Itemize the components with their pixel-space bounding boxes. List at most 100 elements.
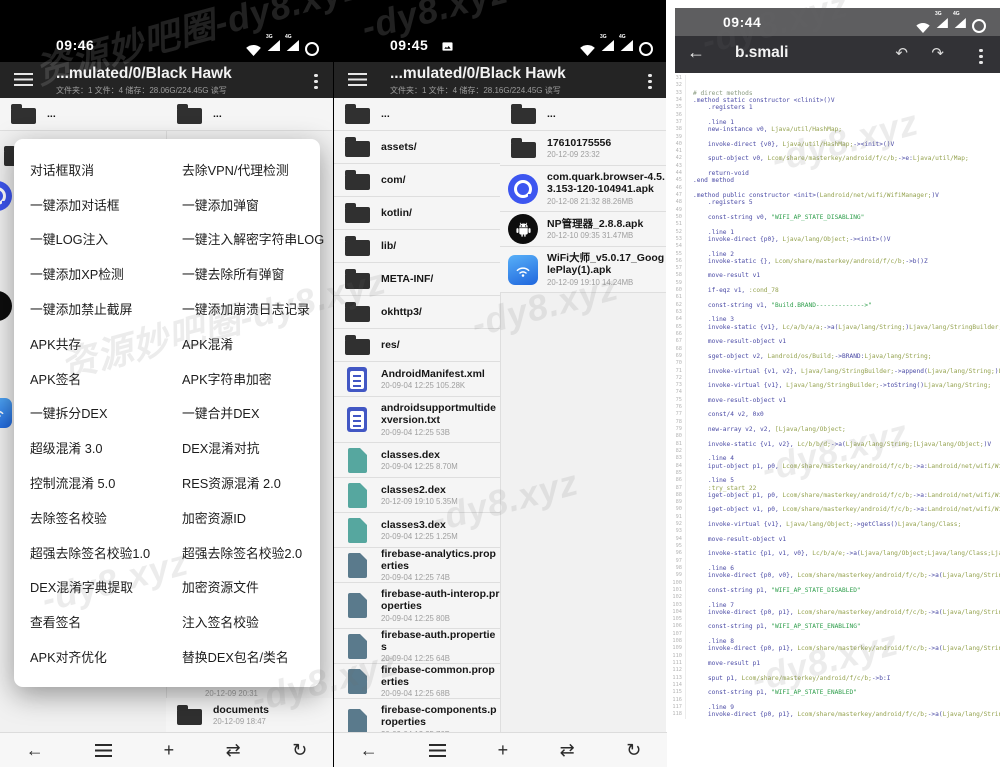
transfer-button[interactable]: ⇄ — [560, 741, 575, 759]
code-line: 48 .registers 5 — [666, 199, 1000, 207]
overflow-menu-icon[interactable] — [643, 71, 657, 92]
menu-item[interactable]: APK签名 — [30, 361, 182, 396]
code-editor-area[interactable]: 31 32 33 # direct methods 34 .method static c… — [666, 75, 1000, 767]
file-row[interactable]: firebase-components.properties20-09-04 1… — [334, 699, 500, 733]
hamburger-menu-icon[interactable] — [14, 73, 33, 86]
line-number: 53 — [666, 235, 686, 244]
line-number: 114 — [666, 681, 686, 690]
menu-item[interactable]: 查看签名 — [30, 604, 182, 639]
back-button[interactable]: ← — [26, 741, 44, 759]
menu-item[interactable]: 加密资源ID — [182, 500, 324, 535]
redo-icon[interactable]: ↷ — [931, 44, 944, 62]
view-list-button[interactable] — [95, 743, 113, 757]
menu-item[interactable]: DEX混淆字典提取 — [30, 570, 182, 605]
menu-item[interactable]: APK混淆 — [182, 326, 324, 361]
code-line: 92 invoke-virtual {v1}, Ljava/lang/Objec… — [666, 521, 1000, 529]
file-row[interactable]: WiFi大师_v5.0.17_GooglePlay(1).apk 20-12-09… — [500, 247, 666, 293]
file-row[interactable]: 17610175556 20-12-09 23:32 — [500, 131, 666, 166]
menu-item[interactable]: 注入签名校验 — [182, 604, 324, 639]
menu-item[interactable]: 加密资源文件 — [182, 570, 324, 605]
code-line: 36 — [666, 111, 1000, 119]
menu-item[interactable]: 一键注入解密字符串LOG — [182, 222, 324, 257]
wifi-app-icon — [508, 254, 538, 285]
refresh-button[interactable]: ↻ — [292, 741, 307, 759]
add-button[interactable]: + — [498, 741, 509, 759]
overflow-menu-icon[interactable] — [309, 71, 323, 92]
folder-icon — [344, 236, 370, 256]
file-row[interactable]: res/ — [334, 329, 500, 362]
file-row[interactable]: kotlin/ — [334, 197, 500, 230]
file-row[interactable]: firebase-auth-interop.properties 20-09-04… — [334, 583, 500, 629]
path-title: ...mulated/0/Black Hawk — [390, 65, 566, 82]
menu-item[interactable]: 一键添加崩溃日志记录 — [182, 291, 324, 326]
menu-item[interactable]: DEX混淆对抗 — [182, 430, 324, 465]
file-row[interactable]: ... — [500, 98, 666, 131]
menu-item[interactable]: 对话框取消 — [30, 152, 182, 187]
file-list-right-column[interactable]: ... 17610175556 20-12-09 23:32 com.quark.br… — [500, 98, 666, 733]
menu-item[interactable]: 一键拆分DEX — [30, 396, 182, 431]
menu-item[interactable]: 去除VPN/代理检测 — [182, 152, 324, 187]
file-row[interactable]: META-INF/ — [334, 263, 500, 296]
refresh-button[interactable]: ↻ — [626, 741, 641, 759]
menu-item[interactable]: 一键去除所有弹窗 — [182, 256, 324, 291]
file-name: AndroidManifest.xml — [381, 367, 485, 380]
menu-item[interactable]: 一键合并DEX — [182, 396, 324, 431]
file-row[interactable]: ... — [0, 98, 166, 131]
menu-item[interactable]: RES资源混淆 2.0 — [182, 465, 324, 500]
file-list-left-column[interactable]: ... assets/com/kotlin/lib/META-INF/okhttp… — [334, 98, 501, 733]
menu-item[interactable]: APK对齐优化 — [30, 639, 182, 674]
line-number: 67 — [666, 338, 686, 346]
menu-item[interactable]: 超级混淆 3.0 — [30, 430, 182, 465]
code-line: 39 — [666, 133, 1000, 141]
file-row[interactable]: ... — [334, 98, 500, 131]
back-button[interactable]: ← — [360, 741, 378, 759]
screenshot-notification-icon — [442, 39, 453, 57]
menu-item[interactable]: 一键添加对话框 — [30, 187, 182, 222]
file-meta: 20-09-04 12:25 64B — [381, 654, 450, 664]
transfer-button[interactable]: ⇄ — [226, 741, 241, 759]
file-row[interactable]: com/ — [334, 164, 500, 197]
file-row[interactable]: firebase-common.properties 20-09-04 12:25… — [334, 664, 500, 699]
view-list-button[interactable] — [429, 743, 447, 757]
file-row[interactable]: classes.dex 20-09-04 12:25 8.70M — [334, 443, 500, 478]
file-row[interactable]: okhttp3/ — [334, 296, 500, 329]
file-row[interactable]: NP管理器_2.8.8.apk 20-12-10 09:35 31.47MB — [500, 212, 666, 247]
code-line: 51 — [666, 221, 1000, 229]
file-row[interactable]: AndroidManifest.xml 20-09-04 12:25 105.28… — [334, 362, 500, 397]
menu-item[interactable]: 替换DEX包名/类名 — [182, 639, 324, 674]
code-line: 88 iget-object p1, p0, Lcom/share/master… — [666, 491, 1000, 500]
code-line: 52 .line 1 — [666, 228, 1000, 236]
back-arrow-icon[interactable]: ← — [687, 42, 705, 63]
signal-3g-icon: 3G — [600, 34, 614, 56]
hamburger-menu-icon[interactable] — [348, 73, 367, 86]
line-number: 52 — [666, 228, 686, 236]
menu-item[interactable]: 一键LOG注入 — [30, 222, 182, 257]
file-row[interactable]: com.quark.browser-4.5.3.153-120-104941.a… — [500, 166, 666, 212]
menu-item[interactable]: 一键添加弹窗 — [182, 187, 324, 222]
file-row-documents[interactable]: documents 20-12-09 18:47 — [166, 698, 333, 733]
code-line: 76 — [666, 404, 1000, 412]
menu-item[interactable]: 控制流混淆 5.0 — [30, 465, 182, 500]
menu-item[interactable]: 一键添加禁止截屏 — [30, 291, 182, 326]
menu-item[interactable]: APK字符串加密 — [182, 361, 324, 396]
menu-item[interactable]: 一键添加XP检测 — [30, 256, 182, 291]
menu-item[interactable]: 去除签名校验 — [30, 500, 182, 535]
menu-item[interactable]: 超强去除签名校验2.0 — [182, 535, 324, 570]
menu-item[interactable]: APK共存 — [30, 326, 182, 361]
code-line: 95 — [666, 543, 1000, 551]
file-row[interactable]: androidsupportmultidexversion.txt 20-09-0… — [334, 397, 500, 443]
menu-item[interactable]: 超强去除签名校验1.0 — [30, 535, 182, 570]
file-row[interactable]: firebase-auth.properties 20-09-04 12:25 6… — [334, 629, 500, 664]
file-row[interactable]: firebase-analytics.properties 20-09-04 12… — [334, 548, 500, 583]
overflow-menu-icon[interactable] — [974, 46, 988, 67]
file-row[interactable]: classes3.dex 20-09-04 12:25 1.25M — [334, 513, 500, 548]
undo-icon[interactable]: ↶ — [895, 44, 908, 62]
file-row[interactable]: assets/ — [334, 131, 500, 164]
add-button[interactable]: + — [164, 741, 175, 759]
file-row[interactable]: ... — [166, 98, 332, 131]
file-row[interactable]: lib/ — [334, 230, 500, 263]
code-line: 102 — [666, 594, 1000, 602]
file-row[interactable]: classes2.dex 20-12-09 19:10 5.35M — [334, 478, 500, 513]
smali-editor-screen: 09:44 3G 4G ← b.smali ↶ ↷ 31 32 33 # direct… — [666, 0, 1000, 767]
line-number: 36 — [666, 111, 686, 119]
